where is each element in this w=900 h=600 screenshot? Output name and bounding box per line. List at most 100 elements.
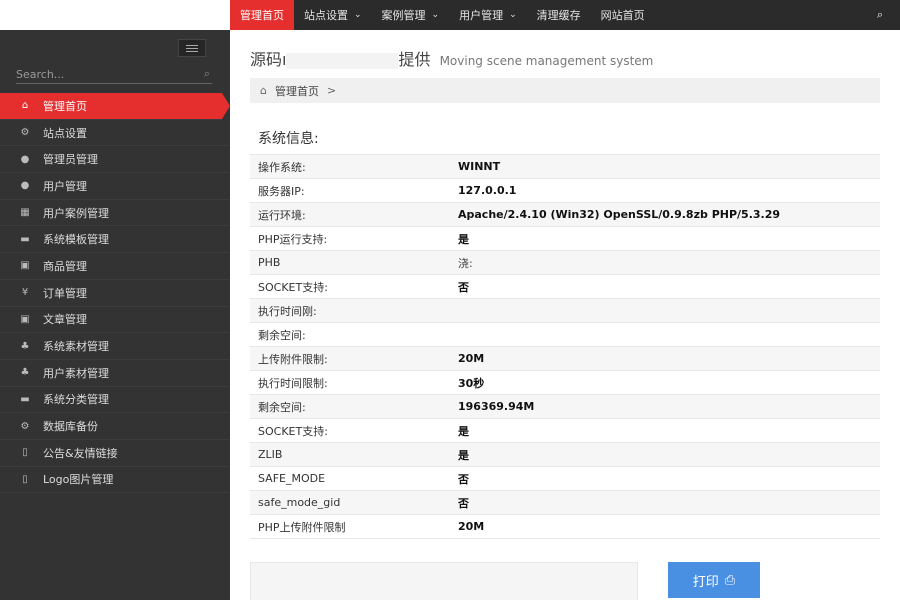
info-key: SOCKET支持: (250, 274, 450, 299)
sidebar-item-label: 用户素材管理 (43, 366, 109, 380)
table-row: 剩余空间: (250, 322, 880, 347)
logo-area (0, 0, 230, 30)
sidebar-item[interactable]: ⚙ 数据库备份 (0, 413, 230, 440)
info-key: 运行环境: (250, 202, 450, 227)
info-key: PHB (250, 250, 450, 275)
sidebar-search: ⌕ (16, 66, 212, 84)
sidebar-item-label: 系统分类管理 (43, 393, 109, 407)
table-row: SAFE_MODE 否 (250, 466, 880, 491)
sidebar-item[interactable]: ▬ 系统模板管理 (0, 226, 230, 254)
user-icon: ● (20, 153, 30, 165)
sidebar-item[interactable]: ⌂ 管理首页 (0, 93, 230, 120)
bookmark-icon: ▯ (22, 447, 28, 459)
table-row: 剩余空间: 196369.94M (250, 394, 880, 419)
info-key: 上传附件限制: (250, 346, 450, 371)
section-title: 系统信息: (258, 131, 319, 147)
sidebar-item[interactable]: ▣ 商品管理 (0, 253, 230, 280)
redacted-area (286, 52, 399, 69)
main-content: 源码ı 提供 Moving scene management system ⌂ 管… (230, 30, 900, 600)
info-value: 30秒 (450, 370, 880, 395)
sidebar-item[interactable]: ♣ 系统素材管理 (0, 333, 230, 360)
sidebar-item-label: 管理首页 (43, 99, 87, 113)
page-title-text-2: 提供 (398, 50, 431, 69)
breadcrumb: ⌂ 管理首页 > (250, 78, 880, 103)
nav-item[interactable]: 用户管理 ⌄ (449, 0, 527, 30)
info-value: 196369.94M (450, 394, 880, 419)
sidebar-item-label: 用户案例管理 (43, 206, 109, 220)
notes-panel (250, 562, 638, 600)
page-title: 源码ı 提供 Moving scene management system (250, 46, 653, 70)
sidebar-search-input[interactable] (16, 66, 186, 82)
table-row: safe_mode_gid 否 (250, 490, 880, 515)
briefcase-icon: ▬ (20, 233, 30, 245)
table-row: SOCKET支持: 是 (250, 418, 880, 443)
sidebar-item[interactable]: ▣ 文章管理 (0, 307, 230, 334)
sidebar-item-label: 订单管理 (43, 286, 87, 300)
info-key: SOCKET支持: (250, 418, 450, 443)
home-icon: ⌂ (21, 100, 29, 112)
table-row: ZLIB 是 (250, 442, 880, 467)
page-subtitle: Moving scene management system (439, 54, 654, 68)
info-value: 20M (450, 346, 880, 371)
sidebar-item[interactable]: ⚙ 站点设置 (0, 120, 230, 147)
sidebar-item-label: 系统素材管理 (43, 340, 109, 354)
info-value (450, 298, 880, 323)
nav-item-label: 清理缓存 (536, 9, 581, 22)
table-row: PHP上传附件限制 20M (250, 514, 880, 539)
sidebar-item[interactable]: ▯ 公告&友情链接 (0, 440, 230, 467)
nav-item[interactable]: 管理首页 (230, 0, 294, 30)
table-row: PHB 浇: (250, 250, 880, 275)
info-key: 执行时间限制: (250, 370, 450, 395)
info-value: 浇: (450, 250, 880, 275)
info-value: 否 (450, 490, 880, 515)
nav-item[interactable]: 网站首页 (591, 0, 655, 30)
info-value: 127.0.0.1 (450, 178, 880, 203)
nav-item-label: 网站首页 (600, 9, 645, 22)
sidebar-toggle-button[interactable] (178, 39, 206, 57)
info-value: 否 (450, 274, 880, 299)
square-icon: ▣ (20, 313, 30, 325)
info-value: WINNT (450, 154, 880, 179)
info-value: 是 (450, 442, 880, 467)
sidebar-item-label: 文章管理 (43, 313, 87, 327)
sidebar-item[interactable]: ▯ Logo图片管理 (0, 467, 230, 494)
search-icon[interactable]: ⌕ (860, 0, 900, 30)
nav-item-label: 站点设置 (304, 9, 348, 22)
system-info-table: 操作系统: WINNT 服务器IP: 127.0.0.1 运行环境: Apache/2.4… (250, 154, 880, 539)
sidebar-item[interactable]: ¥ 订单管理 (0, 280, 230, 307)
breadcrumb-item-home[interactable]: 管理首页 (275, 83, 319, 99)
info-key: 剩余空间: (250, 394, 450, 419)
info-key: 服务器IP: (250, 178, 450, 203)
info-key: SAFE_MODE (250, 466, 450, 491)
sidebar-item[interactable]: ● 管理员管理 (0, 146, 230, 174)
info-value: 否 (450, 466, 880, 491)
nav-item[interactable]: 站点设置 ⌄ (294, 0, 372, 30)
sidebar-item[interactable]: ▬ 系统分类管理 (0, 387, 230, 414)
sidebar-item[interactable]: ♣ 用户素材管理 (0, 360, 230, 387)
search-icon[interactable]: ⌕ (204, 67, 210, 81)
gears-icon: ⚙ (20, 127, 30, 139)
page-title-text: 源码ı (250, 50, 287, 69)
table-icon: ▦ (20, 207, 30, 219)
info-key: PHP运行支持: (250, 226, 450, 251)
info-key: safe_mode_gid (250, 490, 450, 515)
sidebar: ⌕ ⌂ 管理首页 ⚙ 站点设置 ● 管理员管理 ● 用户管理 ▦ 用户案例管理 ▬ 系统模板管理 ▣ 商品… (0, 30, 230, 600)
top-bar: 管理首页 站点设置 ⌄ 案例管理 ⌄ 用户管理 ⌄ 清理缓存 网站首页 ⌕ (0, 0, 900, 30)
square-icon: ▣ (20, 260, 30, 272)
nav-item[interactable]: 清理缓存 (527, 0, 591, 30)
info-value (450, 322, 880, 347)
sidebar-item-label: 管理员管理 (43, 153, 98, 167)
print-button[interactable]: 打印 ⎙ (668, 562, 760, 598)
printer-icon: ⎙ (724, 572, 736, 588)
tree-icon: ♣ (20, 367, 30, 379)
sidebar-item-label: 商品管理 (43, 259, 87, 273)
info-key: 操作系统: (250, 154, 450, 179)
sidebar-item[interactable]: ▦ 用户案例管理 (0, 200, 230, 227)
table-row: 操作系统: WINNT (250, 154, 880, 179)
table-row: SOCKET支持: 否 (250, 274, 880, 299)
sidebar-item[interactable]: ● 用户管理 (0, 173, 230, 200)
nav-item[interactable]: 案例管理 ⌄ (372, 0, 450, 30)
bookmark-icon: ▯ (22, 473, 28, 485)
breadcrumb-separator: > (326, 84, 337, 97)
info-value: 20M (450, 514, 880, 539)
